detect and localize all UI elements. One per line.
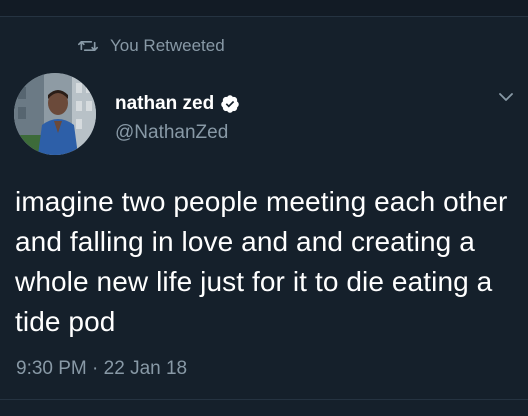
avatar-image (14, 73, 96, 155)
meta-separator: · (92, 358, 99, 379)
tweet-card[interactable]: You Retweeted nathan zed @NathanZed imag… (0, 17, 528, 399)
retweet-label: You Retweeted (110, 36, 225, 55)
retweet-icon (78, 41, 98, 52)
bottom-strip (0, 400, 528, 416)
author-name-row[interactable]: nathan zed (115, 93, 240, 115)
author-display-name[interactable]: nathan zed (115, 93, 214, 115)
tweet-timestamp[interactable]: 9:30 PM · 22 Jan 18 (16, 358, 187, 380)
tweet-text: imagine two people meeting each other an… (15, 186, 508, 337)
retweet-context: You Retweeted (78, 35, 225, 57)
verified-badge-icon (221, 95, 239, 113)
top-edge (0, 0, 528, 17)
avatar[interactable] (14, 73, 96, 155)
tweet-time: 9:30 PM (16, 358, 87, 379)
chevron-down-icon[interactable] (496, 87, 516, 107)
tweet-date: 22 Jan 18 (103, 358, 188, 379)
author-handle[interactable]: @NathanZed (115, 122, 228, 144)
